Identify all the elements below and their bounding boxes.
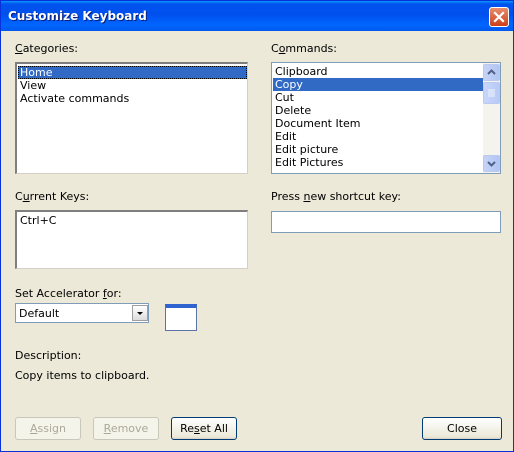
list-item[interactable]: Ctrl+C — [18, 214, 247, 227]
chevron-down-icon — [487, 161, 496, 167]
list-item[interactable]: Copy — [273, 78, 483, 91]
list-item[interactable]: Cut — [273, 91, 483, 104]
categories-label: Categories: — [15, 42, 79, 55]
list-item[interactable]: Edit picture — [273, 143, 483, 156]
scroll-down-button[interactable] — [483, 155, 500, 172]
accelerator-selected-value: Default — [19, 307, 60, 320]
dropdown-button[interactable] — [132, 305, 148, 321]
window-preview-icon — [165, 304, 197, 331]
reset-all-button[interactable]: Reset All — [171, 417, 237, 440]
dialog-title: Customize Keyboard — [8, 9, 147, 23]
list-item[interactable]: Edit Pictures — [273, 156, 483, 169]
list-item[interactable]: Document Item — [273, 117, 483, 130]
chevron-up-icon — [487, 69, 496, 75]
commands-list[interactable]: Clipboard Copy Cut Delete Document Item … — [271, 62, 501, 174]
close-button[interactable]: Close — [422, 417, 502, 440]
new-shortcut-input[interactable] — [271, 211, 501, 233]
commands-label: Commands: — [271, 42, 337, 55]
accelerator-select[interactable]: Default — [15, 303, 149, 323]
assign-button[interactable]: Assign — [15, 417, 81, 440]
list-item[interactable]: Delete — [273, 104, 483, 117]
title-bar[interactable]: Customize Keyboard — [1, 1, 513, 31]
title-close-button[interactable] — [489, 7, 509, 27]
customize-keyboard-dialog: Customize Keyboard Categories: Home View… — [0, 0, 514, 452]
close-x-icon — [493, 11, 505, 23]
list-item[interactable]: Home — [18, 66, 247, 79]
new-shortcut-label: Press new shortcut key: — [271, 190, 401, 203]
description-text: Copy items to clipboard. — [15, 369, 150, 382]
remove-button[interactable]: Remove — [93, 417, 159, 440]
current-keys-list[interactable]: Ctrl+C — [15, 210, 248, 269]
current-keys-label: Current Keys: — [15, 190, 90, 203]
scroll-up-button[interactable] — [483, 64, 500, 81]
description-label: Description: — [15, 349, 82, 362]
accelerator-label: Set Accelerator for: — [15, 287, 122, 300]
commands-scrollbar[interactable] — [483, 63, 500, 173]
list-item[interactable]: Edit — [273, 130, 483, 143]
list-item[interactable]: View — [18, 79, 247, 92]
grip-icon — [488, 89, 495, 97]
categories-list[interactable]: Home View Activate commands — [15, 62, 248, 174]
scroll-thumb[interactable] — [483, 82, 500, 104]
chevron-down-icon — [137, 312, 143, 315]
list-item[interactable]: Activate commands — [18, 92, 247, 105]
list-item[interactable]: Clipboard — [273, 65, 483, 78]
